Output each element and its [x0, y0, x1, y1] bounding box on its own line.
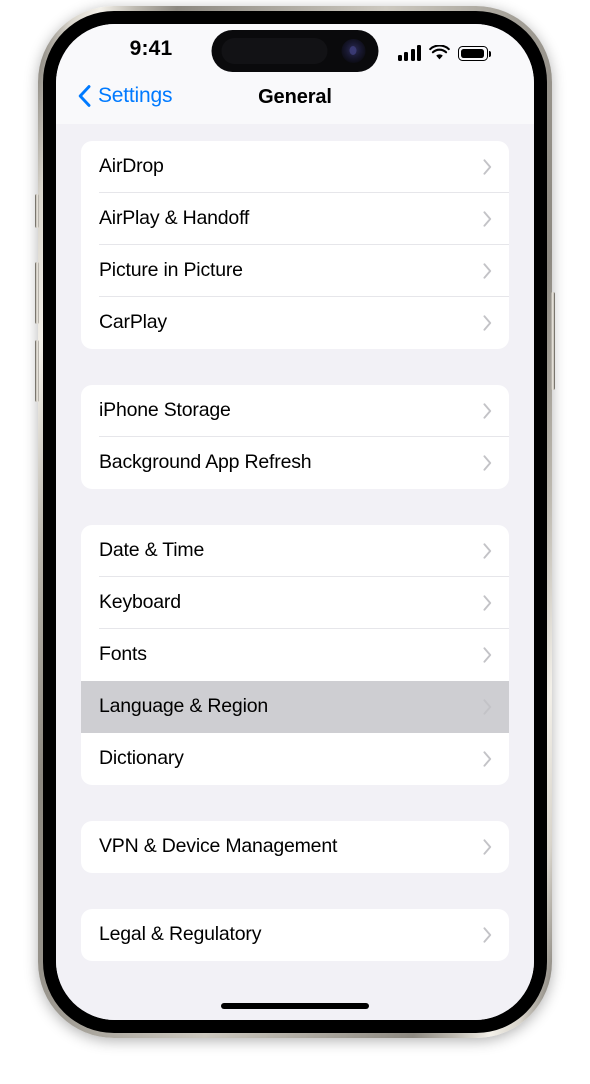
- battery-icon: [458, 46, 491, 61]
- home-indicator[interactable]: [221, 1003, 369, 1009]
- volume-down-button[interactable]: [35, 340, 39, 402]
- settings-row[interactable]: Fonts: [81, 629, 509, 681]
- settings-row-label: Date & Time: [99, 539, 205, 562]
- settings-row-label: AirPlay & Handoff: [99, 207, 250, 230]
- dynamic-island: [211, 30, 379, 72]
- settings-row[interactable]: AirDrop: [81, 141, 509, 193]
- settings-row-label: Dictionary: [99, 747, 184, 770]
- status-bar-clock: 9:41: [129, 37, 173, 60]
- chevron-right-icon: [483, 403, 492, 419]
- settings-row[interactable]: CarPlay: [81, 297, 509, 349]
- action-button[interactable]: [35, 194, 39, 228]
- iphone-device-frame: 9:41 Settings General AirDrop AirPlay & …: [35, 6, 555, 1038]
- settings-row[interactable]: Background App Refresh: [81, 437, 509, 489]
- volume-up-button[interactable]: [35, 262, 39, 324]
- settings-row[interactable]: Picture in Picture: [81, 245, 509, 297]
- device-screen: 9:41 Settings General AirDrop AirPlay & …: [56, 24, 534, 1020]
- power-button[interactable]: [551, 292, 555, 390]
- settings-row-label: Background App Refresh: [99, 451, 312, 474]
- chevron-right-icon: [483, 543, 492, 559]
- status-bar: 9:41: [56, 24, 534, 78]
- chevron-right-icon: [483, 263, 492, 279]
- chevron-right-icon: [483, 159, 492, 175]
- settings-group: Date & Time Keyboard Fonts Language & Regio…: [81, 525, 509, 785]
- status-bar-indicators: [397, 39, 491, 61]
- settings-row-label: Legal & Regulatory: [99, 923, 262, 946]
- chevron-right-icon: [483, 927, 492, 943]
- device-bezel: 9:41 Settings General AirDrop AirPlay & …: [43, 11, 547, 1033]
- front-camera-icon: [341, 39, 366, 63]
- settings-group: iPhone Storage Background App Refresh: [81, 385, 509, 489]
- chevron-right-icon: [483, 647, 492, 663]
- chevron-right-icon: [483, 211, 492, 227]
- navigation-bar: Settings General: [56, 78, 534, 124]
- settings-row-label: AirDrop: [99, 155, 164, 178]
- settings-row[interactable]: Date & Time: [81, 525, 509, 577]
- settings-row-label: VPN & Device Management: [99, 835, 338, 858]
- settings-group: VPN & Device Management: [81, 821, 509, 873]
- battery-fill: [460, 48, 485, 59]
- settings-row-label: Language & Region: [99, 695, 268, 718]
- settings-row-label: Keyboard: [99, 591, 181, 614]
- settings-row-label: Picture in Picture: [99, 259, 243, 282]
- chevron-right-icon: [483, 751, 492, 767]
- chevron-right-icon: [483, 315, 492, 331]
- face-id-sensor-area: [221, 38, 328, 64]
- settings-group: Legal & Regulatory: [81, 909, 509, 961]
- wifi-icon: [429, 44, 450, 61]
- settings-row[interactable]: Keyboard: [81, 577, 509, 629]
- page-title: General: [258, 86, 332, 108]
- settings-row[interactable]: Dictionary: [81, 733, 509, 785]
- chevron-right-icon: [483, 595, 492, 611]
- cellular-bars-icon: [397, 45, 421, 61]
- settings-row[interactable]: iPhone Storage: [81, 385, 509, 437]
- settings-row[interactable]: VPN & Device Management: [81, 821, 509, 873]
- chevron-right-icon: [483, 455, 492, 471]
- settings-row-label: iPhone Storage: [99, 399, 231, 422]
- settings-row[interactable]: AirPlay & Handoff: [81, 193, 509, 245]
- settings-row[interactable]: Legal & Regulatory: [81, 909, 509, 961]
- settings-row-label: CarPlay: [99, 311, 167, 334]
- settings-row[interactable]: Language & Region: [81, 681, 509, 733]
- settings-list[interactable]: AirDrop AirPlay & Handoff Picture in Pictu…: [56, 124, 534, 1020]
- chevron-right-icon: [483, 839, 492, 855]
- settings-row-label: Fonts: [99, 643, 147, 666]
- chevron-right-icon: [483, 699, 492, 715]
- settings-group: AirDrop AirPlay & Handoff Picture in Pictu…: [81, 141, 509, 349]
